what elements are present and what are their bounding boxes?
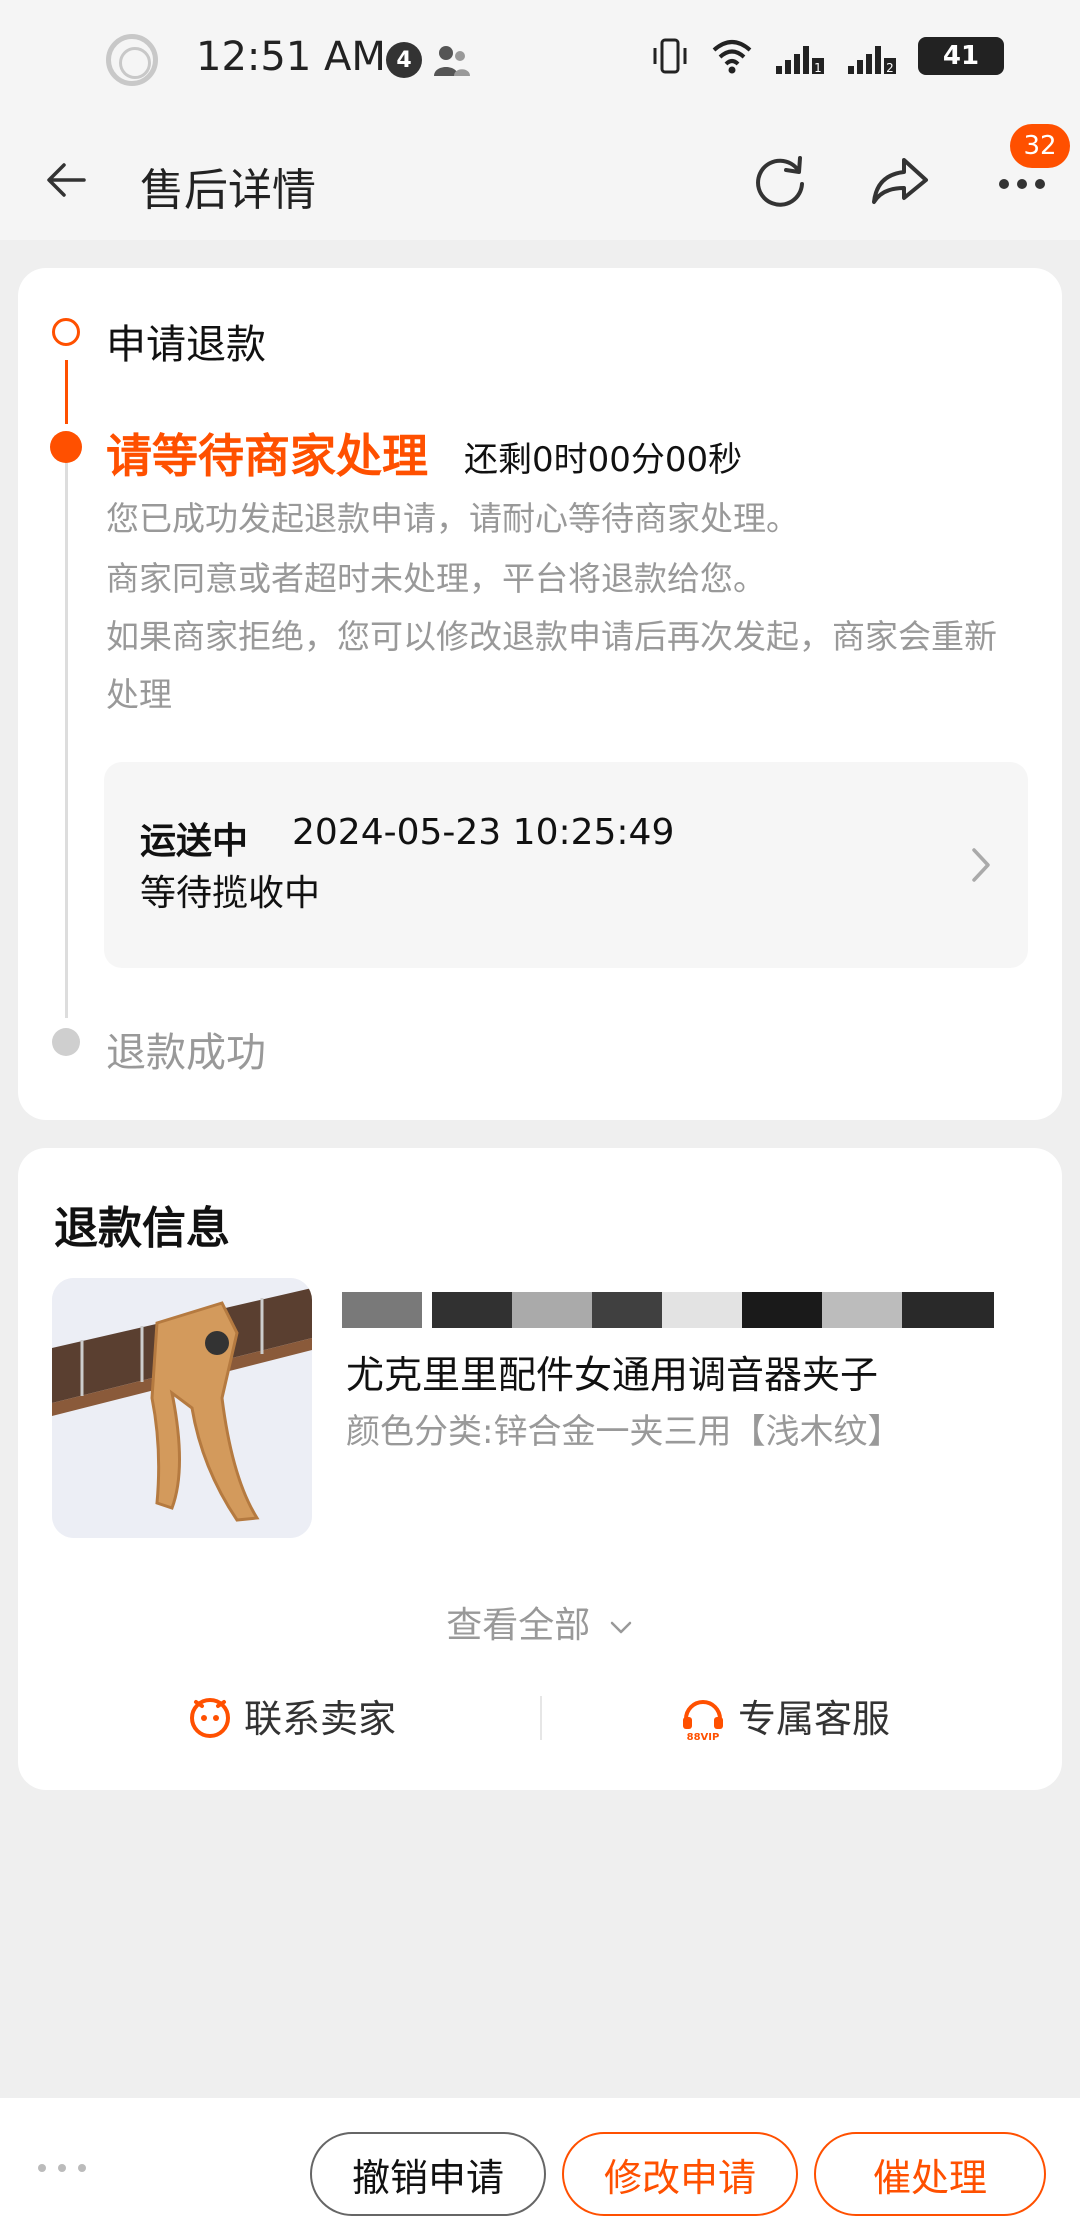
- vibrate-icon: [653, 38, 687, 74]
- modify-request-button[interactable]: 修改申请: [562, 2132, 798, 2216]
- step-apply-refund: 申请退款: [106, 322, 266, 368]
- seller-chat-icon: [190, 1697, 230, 1738]
- timeline-dot-pending: [52, 1028, 80, 1056]
- redacted-text: [342, 1292, 994, 1328]
- status-bar: 12:51 AM 4 1 2 41: [0, 0, 1080, 120]
- signal-1-icon: 1: [776, 46, 824, 75]
- signal-2-icon: 2: [848, 46, 896, 75]
- bottom-action-bar: 撤销申请 修改申请 催处理: [0, 2098, 1080, 2240]
- divider: [540, 1696, 542, 1740]
- notification-count-badge: 4: [386, 42, 422, 78]
- more-dots-icon[interactable]: [34, 2158, 90, 2178]
- page-title: 售后详情: [140, 165, 316, 216]
- cancel-request-button[interactable]: 撤销申请: [310, 2132, 546, 2216]
- nav-bar: 售后详情 32: [0, 120, 1080, 240]
- product-image[interactable]: [52, 1278, 312, 1538]
- contact-seller-label: 联系卖家: [244, 1697, 397, 1741]
- timeline-line-done: [65, 360, 68, 424]
- shipping-time: 2024-05-23 10:25:49: [292, 812, 675, 853]
- contact-row: 联系卖家 88VIP 专属客服: [18, 1688, 1062, 1758]
- refund-info-card: 退款信息 尤克里里配件女通用调音器夹子 颜色分类:锌合金一夹三用【浅木纹】 查看…: [18, 1148, 1062, 1790]
- more-badge: 32: [1010, 124, 1070, 168]
- contact-seller-button[interactable]: 联系卖家: [186, 1688, 396, 1743]
- record-icon: [106, 34, 158, 86]
- section-title: 退款信息: [54, 1203, 230, 1254]
- headset-icon: 88VIP: [683, 1699, 723, 1741]
- chevron-right-icon: [972, 848, 990, 882]
- timeline-line-pending: [65, 458, 68, 1018]
- exclusive-service-label: 专属客服: [738, 1697, 891, 1741]
- view-all-label: 查看全部: [446, 1605, 591, 1646]
- refresh-icon[interactable]: [748, 148, 812, 212]
- refund-progress-card: 申请退款 请等待商家处理 还剩0时00分00秒 您已成功发起退款申请，请耐心等待…: [18, 268, 1062, 1120]
- person-icon: [434, 46, 470, 76]
- timeline-dot-active: [50, 431, 82, 463]
- guitar-capo-image: [52, 1278, 312, 1538]
- description-line: 如果商家拒绝，您可以修改退款申请后再次发起，商家会重新处理: [106, 617, 997, 714]
- svg-text:2: 2: [886, 61, 894, 75]
- wifi-icon: [712, 40, 752, 74]
- battery-icon: 41: [918, 37, 1004, 75]
- product-name[interactable]: 尤克里里配件女通用调音器夹子: [346, 1344, 878, 1399]
- step-refund-success: 退款成功: [106, 1030, 266, 1076]
- share-icon[interactable]: [868, 148, 932, 212]
- countdown-text: 还剩0时00分00秒: [464, 440, 743, 480]
- step-waiting-merchant: 请等待商家处理: [106, 429, 428, 483]
- shipping-detail: 等待揽收中: [140, 873, 321, 914]
- svg-text:1: 1: [814, 61, 822, 75]
- chevron-down-icon: [610, 1621, 631, 1634]
- vip-label: 88VIP: [687, 1732, 720, 1741]
- view-all-button[interactable]: 查看全部: [18, 1596, 1062, 1648]
- exclusive-service-button[interactable]: 88VIP 专属客服: [678, 1688, 890, 1743]
- timeline-dot-done: [52, 318, 80, 346]
- product-sku: 颜色分类:锌合金一夹三用【浅木纹】: [346, 1412, 902, 1452]
- shipping-status-box[interactable]: 运送中 2024-05-23 10:25:49 等待揽收中: [104, 762, 1028, 968]
- back-arrow-icon[interactable]: [40, 152, 96, 208]
- urge-processing-button[interactable]: 催处理: [814, 2132, 1046, 2216]
- description-line: 商家同意或者超时未处理，平台将退款给您。: [106, 559, 766, 598]
- status-time: 12:51 AM: [196, 34, 386, 80]
- shipping-status: 运送中: [140, 821, 249, 862]
- description-line: 您已成功发起退款申请，请耐心等待商家处理。: [106, 499, 799, 538]
